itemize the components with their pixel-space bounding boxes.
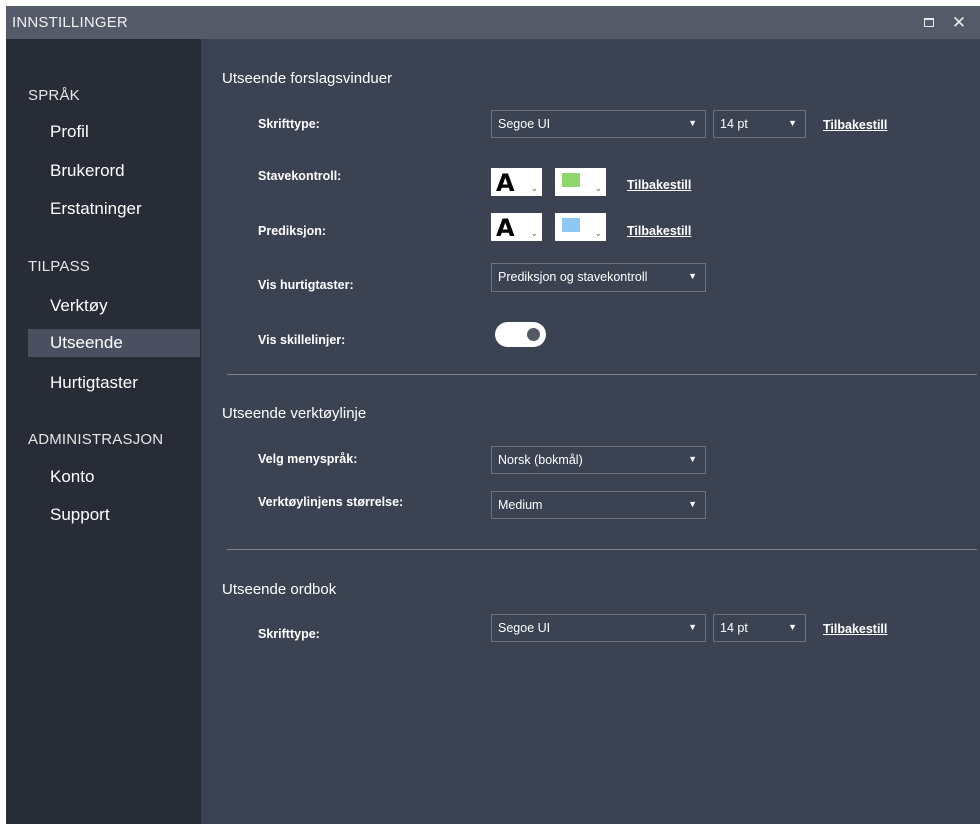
section-title-suggestions: Utseende forslagsvinduer: [222, 70, 393, 87]
sidebar-item-label: Support: [50, 505, 110, 524]
font-letter-icon: A: [496, 214, 515, 242]
spellcheck-text-color-picker[interactable]: A ⌄: [491, 168, 542, 197]
chevron-down-icon: ⌄: [530, 183, 538, 193]
maximize-icon: [924, 18, 934, 27]
reset-prediction-link[interactable]: Tilbakestill: [627, 224, 691, 238]
color-swatch: [562, 173, 580, 187]
reset-spellcheck-link[interactable]: Tilbakestill: [627, 178, 691, 192]
section-divider: [227, 549, 977, 550]
dictionary-font-dropdown[interactable]: Segoe UI ▼: [491, 614, 706, 642]
dictionary-font-size-dropdown[interactable]: 14 pt ▼: [713, 614, 806, 642]
dropdown-value: Norsk (bokmål): [498, 453, 583, 467]
caret-down-icon: ▼: [788, 622, 797, 632]
shortcuts-label: Vis hurtigtaster:: [258, 278, 354, 292]
dictionary-font-label: Skrifttype:: [258, 627, 320, 641]
dropdown-value: 14 pt: [720, 117, 748, 131]
sidebar-item-label: Erstatninger: [50, 199, 142, 218]
prediction-highlight-color-picker[interactable]: ⌄: [555, 213, 606, 241]
dividers-label: Vis skillelinjer:: [258, 333, 346, 347]
font-dropdown[interactable]: Segoe UI ▼: [491, 110, 706, 138]
title-bar: INNSTILLINGER ✕: [6, 6, 980, 39]
toggle-knob: [527, 328, 540, 341]
chevron-down-icon: ⌄: [594, 183, 602, 193]
sidebar-item-hurtigtaster[interactable]: Hurtigtaster: [28, 369, 200, 397]
dropdown-value: Segoe UI: [498, 621, 551, 635]
close-icon: ✕: [951, 13, 967, 32]
toolbar-size-dropdown[interactable]: Medium ▼: [491, 491, 706, 519]
menu-language-dropdown[interactable]: Norsk (bokmål) ▼: [491, 446, 706, 474]
sidebar-item-label: Hurtigtaster: [50, 373, 138, 392]
sidebar-item-support[interactable]: Support: [28, 501, 200, 529]
caret-down-icon: ▼: [688, 454, 697, 464]
sidebar-item-label: Verktøy: [50, 296, 108, 315]
section-title-toolbar: Utseende verktøylinje: [222, 405, 367, 422]
window-title: INNSTILLINGER: [12, 14, 128, 31]
font-label: Skrifttype:: [258, 117, 320, 131]
dropdown-value: Prediksjon og stavekontroll: [498, 270, 648, 284]
reset-dictionary-font-link[interactable]: Tilbakestill: [823, 622, 887, 636]
menu-language-label: Velg menyspråk:: [258, 452, 358, 466]
prediction-text-color-picker[interactable]: A ⌄: [491, 213, 542, 242]
dropdown-value: Medium: [498, 498, 543, 512]
caret-down-icon: ▼: [688, 271, 697, 281]
chevron-down-icon: ⌄: [530, 228, 538, 238]
sidebar-item-label: Konto: [50, 467, 95, 486]
caret-down-icon: ▼: [688, 118, 697, 128]
close-button[interactable]: ✕: [944, 6, 974, 39]
chevron-down-icon: ⌄: [594, 228, 602, 238]
sidebar-item-erstatninger[interactable]: Erstatninger: [28, 195, 200, 223]
sidebar-item-verktoy[interactable]: Verktøy: [28, 292, 200, 320]
color-swatch: [562, 218, 580, 232]
font-size-dropdown[interactable]: 14 pt ▼: [713, 110, 806, 138]
maximize-button[interactable]: [914, 6, 944, 39]
sidebar-section-customize: TILPASS: [28, 258, 90, 275]
shortcuts-dropdown[interactable]: Prediksjon og stavekontroll ▼: [491, 263, 706, 292]
section-divider: [227, 374, 977, 375]
reset-font-link[interactable]: Tilbakestill: [823, 118, 887, 132]
sidebar-section-admin: ADMINISTRASJON: [28, 431, 164, 448]
dropdown-value: Segoe UI: [498, 117, 551, 131]
sidebar-item-label: Utseende: [50, 333, 123, 352]
dropdown-value: 14 pt: [720, 621, 748, 635]
sidebar-item-label: Profil: [50, 122, 89, 141]
spellcheck-label: Stavekontroll:: [258, 169, 342, 183]
sidebar-item-profil[interactable]: Profil: [28, 118, 200, 146]
prediction-label: Prediksjon:: [258, 224, 327, 238]
sidebar-item-utseende[interactable]: Utseende: [28, 329, 200, 357]
sidebar-item-brukerord[interactable]: Brukerord: [28, 157, 200, 185]
spellcheck-highlight-color-picker[interactable]: ⌄: [555, 168, 606, 196]
caret-down-icon: ▼: [788, 118, 797, 128]
font-letter-icon: A: [496, 169, 515, 197]
dividers-toggle[interactable]: [495, 322, 546, 347]
sidebar-section-language: SPRÅK: [28, 87, 80, 104]
caret-down-icon: ▼: [688, 622, 697, 632]
sidebar-item-konto[interactable]: Konto: [28, 463, 200, 491]
caret-down-icon: ▼: [688, 499, 697, 509]
toolbar-size-label: Verktøylinjens størrelse:: [258, 495, 404, 509]
sidebar: SPRÅK Profil Brukerord Erstatninger TILP…: [6, 39, 201, 824]
main-panel: Utseende forslagsvinduer Skrifttype: Seg…: [201, 39, 980, 824]
settings-window: INNSTILLINGER ✕ SPRÅK Profil Brukerord E…: [6, 6, 980, 824]
sidebar-item-label: Brukerord: [50, 161, 125, 180]
section-title-dictionary: Utseende ordbok: [222, 581, 337, 598]
